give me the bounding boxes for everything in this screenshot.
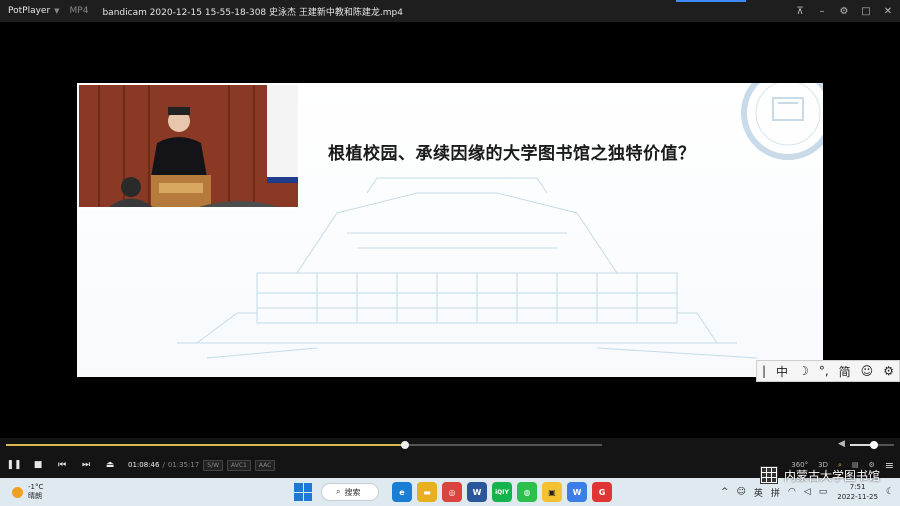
ime-toolbar: | 中 ☽ °, 简 ☺ ⚙ [756,360,900,382]
app-menu-button[interactable]: PotPlayer ▼ [0,6,60,16]
taskbar-apps: ⌕ 搜索 e ▬ ◎ W iQIY ◍ ▣ W G [294,481,612,503]
taskbar-app-edge[interactable]: e [392,482,412,502]
iqiyi-icon: iQIY [495,488,509,496]
app-red-icon: G [598,487,606,497]
chevron-down-icon: ▼ [54,7,60,15]
volume-icon[interactable]: ◀ [838,439,845,449]
taskbar-app-wps[interactable]: W [567,482,587,502]
taskbar-app-folder[interactable]: ▬ [417,482,437,502]
ime-chinese-mode[interactable]: 中 [776,363,788,380]
word-icon: W [472,487,482,497]
codec-tag-sw[interactable]: S/W [203,459,224,471]
stop-button[interactable]: ■ [26,452,50,478]
watermark-text: 内蒙古大学图书馆 [784,468,881,483]
format-label: MP4 [69,6,89,16]
bandicam-icon: ▣ [548,487,556,497]
time-separator: / [162,461,165,469]
total-time: 01:35:17 [167,461,200,469]
seek-bar[interactable] [6,441,602,449]
ime-settings-icon[interactable]: ⚙ [883,364,894,378]
ime-moon-icon[interactable]: ☽ [798,364,809,378]
focus-assist-icon[interactable]: ☾ [886,487,894,497]
taskbar-app-wechat[interactable]: ◍ [517,482,537,502]
pin-button[interactable]: ⊼ [794,6,806,17]
next-button[interactable]: ⏭ [74,452,98,478]
lang-en[interactable]: 英 [754,486,763,499]
app-name: PotPlayer [8,6,51,16]
ime-punctuation[interactable]: °, [819,364,829,378]
seek-row: ◀ [0,438,900,452]
taskbar-app-red[interactable]: G [592,482,612,502]
windows-logo-tile [294,483,303,492]
maximize-button[interactable]: □ [860,6,872,17]
current-time: 01:08:46 [128,461,160,469]
tray-overflow-chevron[interactable]: ^ [721,487,729,497]
menu-icon[interactable]: ≡ [885,459,894,472]
stop-icon: ■ [33,460,43,470]
file-name: bandicam 2020-12-15 15-55-18-308 史泳杰 王建新… [102,7,403,18]
windows-logo-tile [294,492,303,501]
tray-people-icon[interactable]: ☺ [737,487,746,497]
university-seal-logo [741,83,823,160]
codec-tag-video[interactable]: AVC1 [227,459,251,471]
weather-desc: 晴朗 [28,492,42,500]
watermark: 内蒙古大学图书馆 [760,466,880,484]
wechat-icon: ◍ [523,487,531,497]
ime-handle[interactable]: | [762,364,766,378]
close-button[interactable]: ✕ [882,6,894,17]
previous-icon: ⏮ [57,460,67,470]
wifi-icon[interactable]: ◠ [788,487,796,497]
pause-icon: ❚❚ [6,460,22,470]
slide-title: 根植校园、承续因缘的大学图书馆之独特价值？ [328,144,696,164]
clock-date: 2022-11-25 [837,493,878,501]
title-bar: PotPlayer ▼ MP4 bandicam 2020-12-15 15-5… [0,0,900,22]
weather-widget[interactable]: -1°C 晴朗 [12,483,43,501]
eject-icon: ⏏ [105,460,115,470]
windows-logo-tile [303,492,312,501]
next-icon: ⏭ [81,460,91,470]
sun-icon [12,486,23,498]
speaker-video-inset [77,83,300,209]
volume-handle[interactable] [870,441,879,449]
weather-temp: -1°C [28,483,44,491]
taskbar-search[interactable]: ⌕ 搜索 [321,483,379,501]
ime-emoji-icon[interactable]: ☺ [861,364,874,378]
minimize-button[interactable]: – [816,6,828,17]
title-accent-bar [676,0,746,2]
seek-handle[interactable] [401,441,410,449]
speaker-icon[interactable]: ◁ [804,487,811,497]
taskbar-app-chrome[interactable]: ◎ [442,482,462,502]
seek-progress [6,444,406,446]
start-button[interactable] [294,483,312,501]
previous-button[interactable]: ⏮ [50,452,74,478]
ime-simplified[interactable]: 简 [839,363,851,380]
qr-code-icon [760,466,778,484]
search-label: 搜索 [344,487,361,497]
taskbar-app-iqiyi[interactable]: iQIY [492,482,512,502]
battery-icon[interactable]: ▭ [819,487,828,497]
folder-icon: ▬ [423,487,431,497]
taskbar-app-bandicam[interactable]: ▣ [542,482,562,502]
settings-button[interactable]: ⚙ [838,6,850,17]
taskbar-app-word[interactable]: W [467,482,487,502]
pause-button[interactable]: ❚❚ [2,452,26,478]
chrome-icon: ◎ [448,487,456,497]
windows-logo-tile [303,483,312,492]
search-icon: ⌕ [336,487,341,496]
wps-icon: W [572,487,582,497]
volume-slider[interactable] [850,441,894,449]
lang-pinyin[interactable]: 拼 [771,486,780,499]
codec-tag-audio[interactable]: AAC [254,459,276,471]
clock[interactable]: 7:51 2022-11-25 [837,482,878,502]
edge-icon: e [399,487,405,497]
speaker-photo [79,85,298,207]
eject-button[interactable]: ⏏ [98,452,122,478]
